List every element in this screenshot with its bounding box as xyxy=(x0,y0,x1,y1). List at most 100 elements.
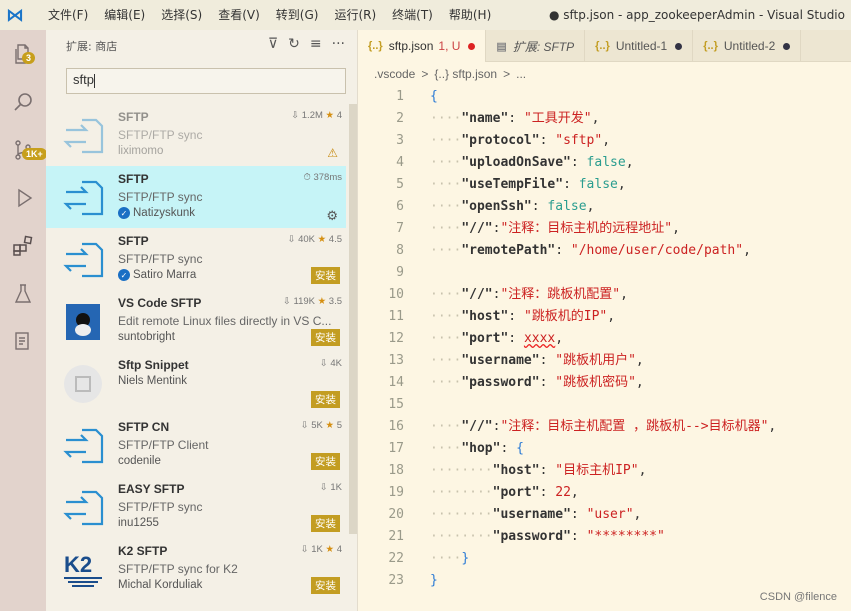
remote-explorer-icon[interactable] xyxy=(0,318,46,366)
menu-item[interactable]: 选择(S) xyxy=(153,0,210,30)
code-token: , xyxy=(743,243,751,258)
watermark: CSDN @filence xyxy=(759,591,837,603)
code-line: 16 ····"//":"注释：目标主机配置 ，跳板机-->目标机器", xyxy=(358,416,851,438)
menu-item[interactable]: 帮助(H) xyxy=(441,0,499,30)
code-token: , xyxy=(620,287,628,302)
extension-publisher: liximomo xyxy=(118,145,346,157)
code-token: : xyxy=(508,111,524,126)
editor-tab[interactable]: {..} Untitled-2 xyxy=(693,30,802,62)
line-number: 5 xyxy=(396,177,404,192)
code-token: "跳板机密码" xyxy=(555,375,636,390)
code-token: ···· xyxy=(430,287,462,302)
json-file-icon: {..} xyxy=(595,40,610,52)
code-token: "跳板机用户" xyxy=(555,353,636,368)
menu-item[interactable]: 转到(G) xyxy=(268,0,327,30)
code-line: 12 ····"port": xxxx, xyxy=(358,328,851,350)
code-token: "注释：目标主机的远程地址" xyxy=(500,221,673,236)
menu-item[interactable]: 查看(V) xyxy=(210,0,268,30)
explorer-icon[interactable]: 3 xyxy=(0,30,46,78)
code-editor[interactable]: 1{2 ····"name": "工具开发", 3 ····"protocol": "… xyxy=(358,86,851,592)
code-token: "username" xyxy=(492,507,571,522)
menu-item[interactable]: 文件(F) xyxy=(40,0,96,30)
code-token: "remotePath" xyxy=(461,243,556,258)
line-content: ····"openSsh": false, xyxy=(404,196,594,218)
breadcrumb-item[interactable]: {..} sftp.json xyxy=(434,67,497,81)
sftp-logo-icon xyxy=(60,426,106,466)
list-item[interactable]: SFTP CN SFTP/FTP Client codenile ⇩ 5K ★ 5 安装 xyxy=(46,414,346,476)
line-number: 23 xyxy=(388,573,404,588)
editor-tab[interactable]: {..} sftp.json 1, U xyxy=(358,30,487,62)
list-item[interactable]: K2 K2 SFTP SFTP/FTP sync for K2 Michal Kord… xyxy=(46,538,346,600)
code-token: ········ xyxy=(430,529,493,544)
code-token: ···· xyxy=(430,243,462,258)
breadcrumb-separator: > xyxy=(421,67,429,81)
refresh-icon[interactable]: ↻ xyxy=(288,36,300,52)
code-line: 5 ····"useTempFile": false, xyxy=(358,174,851,196)
menu-item[interactable]: 终端(T) xyxy=(384,0,441,30)
line-number: 22 xyxy=(388,551,404,566)
install-button[interactable]: 安装 xyxy=(311,391,340,408)
testing-icon[interactable] xyxy=(0,270,46,318)
unsaved-dot-icon[interactable] xyxy=(675,42,683,50)
editor-tab[interactable]: ▤ 扩展: SFTP xyxy=(486,30,586,62)
gear-icon[interactable]: ⚙ xyxy=(326,209,338,224)
code-line: 4 ····"uploadOnSave": false, xyxy=(358,152,851,174)
list-item[interactable]: SFTP SFTP/FTP sync ✓ Natizyskunk ⏱ 378ms ⚙ xyxy=(46,166,346,228)
code-token: ···· xyxy=(430,133,462,148)
extension-description: SFTP/FTP sync xyxy=(118,190,203,204)
extension-stats: ⇩ 1.2M ★ 4 xyxy=(291,110,342,121)
code-token: : xyxy=(563,177,579,192)
sftp-logo-icon xyxy=(60,178,106,218)
code-token: : xyxy=(539,485,556,500)
code-token: , xyxy=(633,507,642,522)
json-file-icon: {..} xyxy=(703,40,718,52)
code-token: : xyxy=(508,309,524,324)
line-content xyxy=(404,394,430,416)
code-token: : xyxy=(539,463,556,478)
extensions-icon[interactable] xyxy=(0,222,46,270)
unsaved-dot-icon[interactable] xyxy=(783,42,791,50)
filter-icon[interactable]: ⊽ xyxy=(268,36,278,52)
run-debug-icon[interactable] xyxy=(0,174,46,222)
activity-bar: 3 1K+ xyxy=(0,30,47,611)
install-button[interactable]: 安装 xyxy=(311,515,340,532)
code-token: , xyxy=(570,485,579,500)
extension-stats: ⇩ 40K ★ 4.5 xyxy=(287,234,342,245)
code-token: , xyxy=(586,199,595,214)
code-line: 17 ····"hop": { xyxy=(358,438,851,460)
line-content: ····} xyxy=(404,548,469,570)
unsaved-dot-icon[interactable] xyxy=(468,42,476,50)
install-button[interactable]: 安装 xyxy=(311,267,340,284)
code-token: , xyxy=(602,133,611,148)
code-token: ···· xyxy=(430,155,462,170)
breadcrumb-separator: > xyxy=(503,67,511,81)
install-button[interactable]: 安装 xyxy=(311,329,340,346)
source-control-icon[interactable]: 1K+ xyxy=(0,126,47,174)
breadcrumb-item[interactable]: ... xyxy=(516,67,526,81)
install-button[interactable]: 安装 xyxy=(311,453,340,470)
code-line: 8 ····"remotePath": "/home/user/code/path… xyxy=(358,240,851,262)
editor-tab[interactable]: {..} Untitled-1 xyxy=(585,30,694,62)
linux-logo-icon xyxy=(60,302,106,342)
list-item[interactable]: SFTP SFTP/FTP sync liximomo ⇩ 1.2M ★ 4 ⚠ xyxy=(46,104,346,166)
code-token: { xyxy=(516,441,524,456)
more-actions-icon[interactable]: ··· xyxy=(332,36,345,52)
clear-icon[interactable]: ≡ xyxy=(310,36,322,52)
explorer-badge: 3 xyxy=(22,52,36,64)
extension-list: SFTP SFTP/FTP sync liximomo ⇩ 1.2M ★ 4 ⚠ SFTP… xyxy=(46,104,346,600)
install-button[interactable]: 安装 xyxy=(311,577,340,594)
list-item[interactable]: VS Code SFTP Edit remote Linux files dire… xyxy=(46,290,346,352)
code-token: , xyxy=(625,155,634,170)
breadcrumb-item[interactable]: .vscode xyxy=(374,67,415,81)
editor-area: {..} sftp.json 1, U ▤ 扩展: SFTP {..} Untitled-1… xyxy=(358,30,851,611)
menu-item[interactable]: 运行(R) xyxy=(326,0,384,30)
list-item[interactable]: SFTP SFTP/FTP sync ✓ Satiro Marra ⇩ 40K ★ 4.… xyxy=(46,228,346,290)
menu-item[interactable]: 编辑(E) xyxy=(96,0,153,30)
search-icon[interactable] xyxy=(0,78,46,126)
sidebar-scrollbar[interactable] xyxy=(349,104,357,534)
code-token: { xyxy=(430,89,438,104)
list-item[interactable]: Sftp Snippet Niels Mentink ⇩ 4K 安装 xyxy=(46,352,346,414)
list-item[interactable]: EASY SFTP SFTP/FTP sync inu1255 ⇩ 1K 安装 xyxy=(46,476,346,538)
code-token: "name" xyxy=(461,111,509,126)
extension-search-input[interactable]: sftp xyxy=(66,68,346,94)
